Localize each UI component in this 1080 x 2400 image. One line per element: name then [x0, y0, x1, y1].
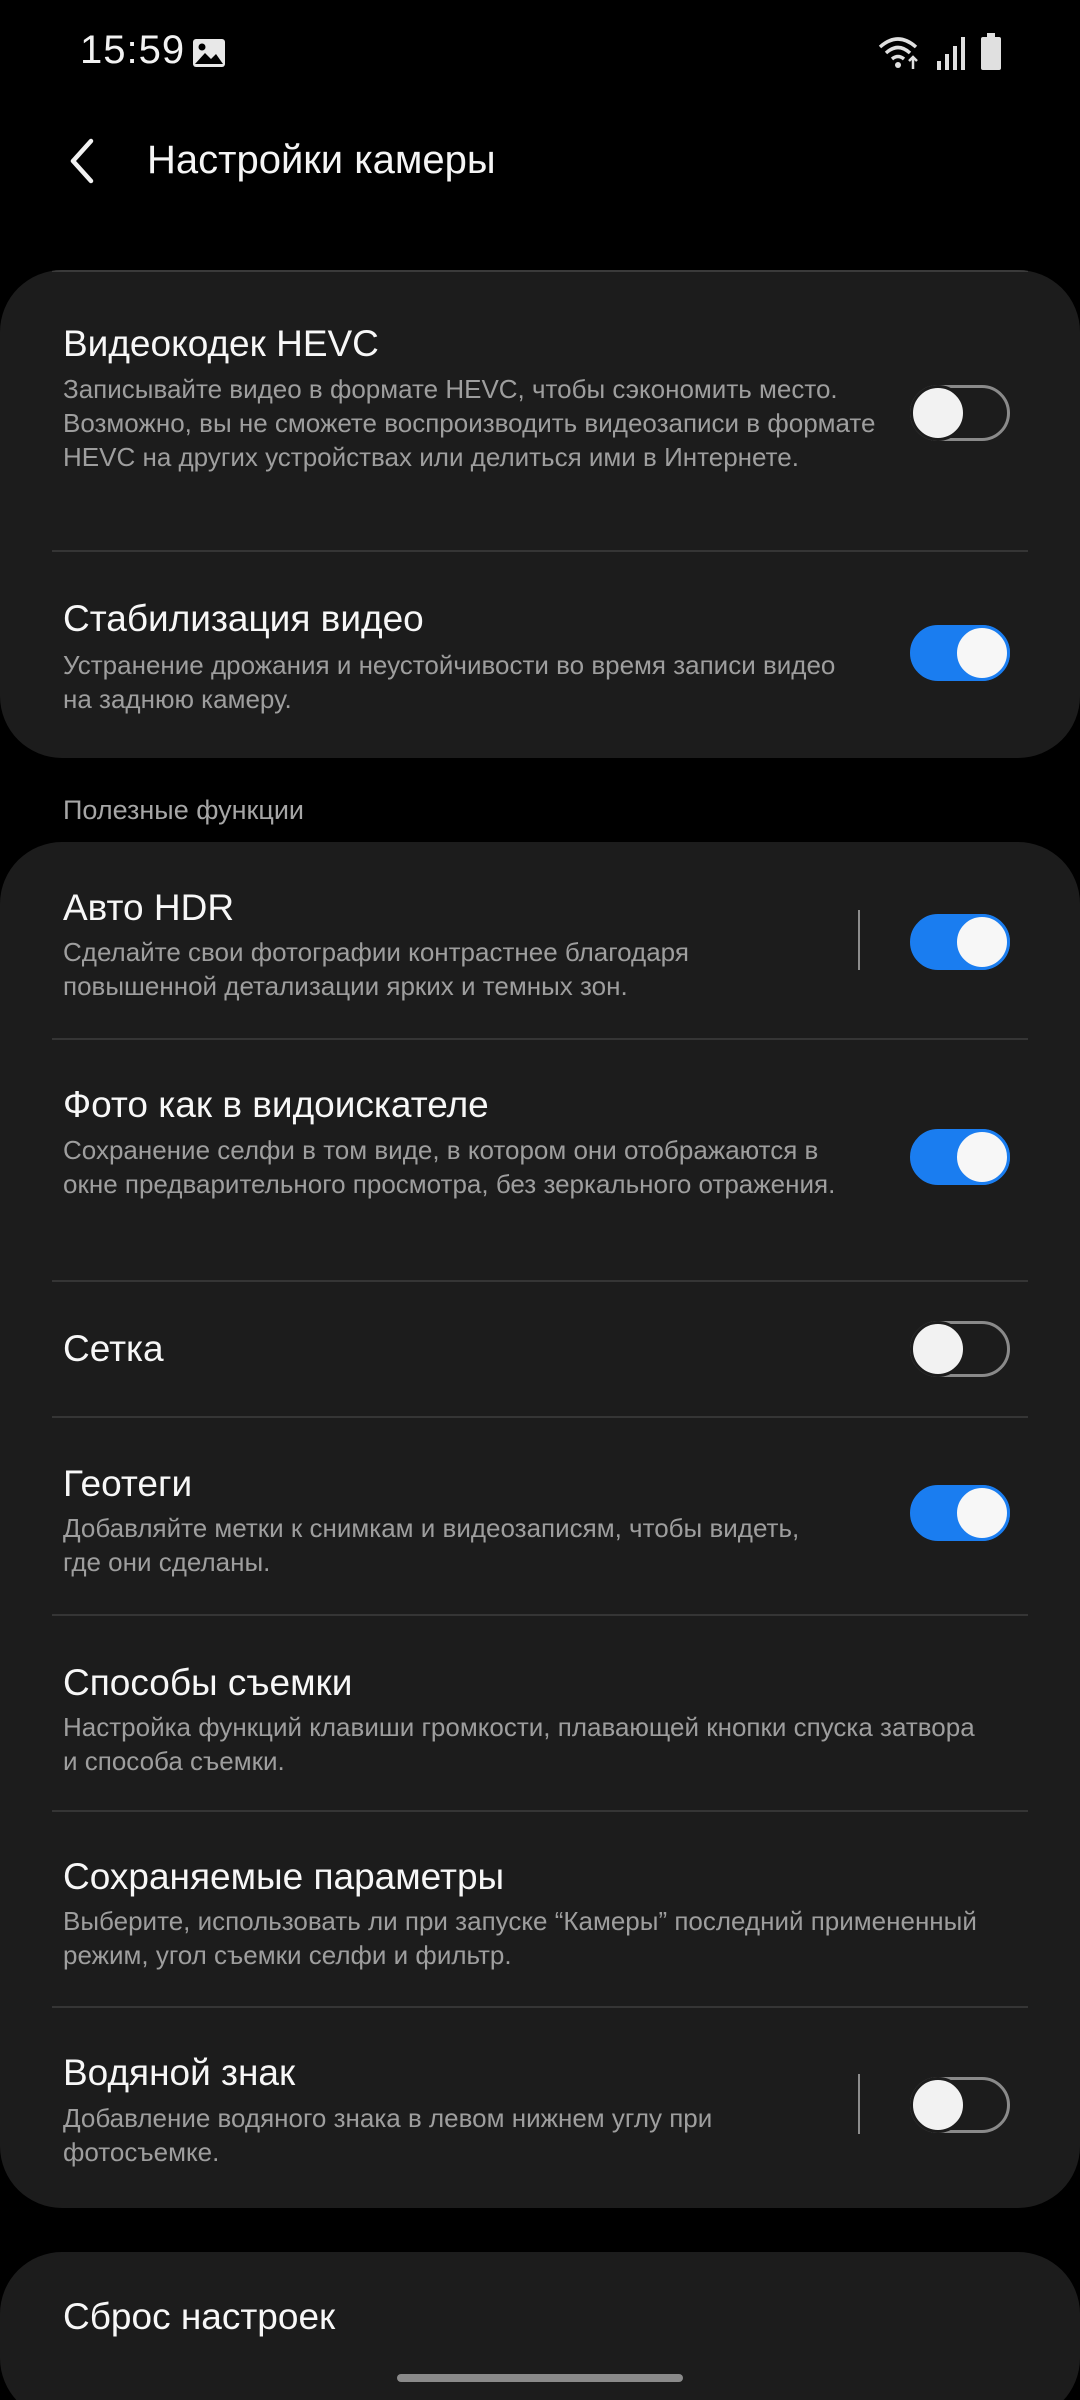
- page-title: Настройки камеры: [147, 138, 496, 182]
- back-button[interactable]: [48, 128, 118, 198]
- section-header: Полезные функции: [63, 795, 304, 825]
- status-time: 15:59: [80, 28, 186, 72]
- setting-row-grid[interactable]: Сетка: [0, 1282, 1080, 1416]
- wifi-icon: [878, 35, 922, 76]
- watermark-toggle[interactable]: [910, 2077, 1010, 2133]
- setting-row-saved-settings[interactable]: Сохраняемые параметры Выберите, использо…: [0, 1812, 1080, 2006]
- setting-title: Авто HDR: [63, 887, 235, 928]
- setting-title: Способы съемки: [63, 1662, 353, 1703]
- battery-icon: [980, 33, 1002, 76]
- setting-description: Выберите, использовать ли при запуске “К…: [63, 1906, 977, 1970]
- video-settings-card: Видеокодек HEVC Записывайте видео в форм…: [0, 270, 1080, 758]
- signal-icon: [936, 35, 966, 76]
- setting-title: Видеокодек HEVC: [63, 323, 379, 364]
- viewfinder-photo-toggle[interactable]: [910, 1129, 1010, 1185]
- setting-row-shooting-methods[interactable]: Способы съемки Настройка функций клавиши…: [0, 1616, 1080, 1810]
- setting-row-stabilization[interactable]: Стабилизация видео Устранение дрожания и…: [0, 552, 1080, 758]
- setting-title: Сетка: [63, 1328, 164, 1369]
- auto-hdr-toggle[interactable]: [910, 914, 1010, 970]
- setting-description: Добавляйте метки к снимкам и видеозапися…: [63, 1513, 800, 1577]
- setting-description: Настройка функций клавиши громкости, пла…: [63, 1712, 975, 1776]
- separator: [858, 910, 860, 970]
- chevron-left-icon: [63, 137, 103, 190]
- setting-title: Стабилизация видео: [63, 598, 424, 639]
- setting-title: Фото как в видоискателе: [63, 1084, 489, 1125]
- geotags-toggle[interactable]: [910, 1485, 1010, 1541]
- grid-toggle[interactable]: [910, 1321, 1010, 1377]
- setting-title: Сохраняемые параметры: [63, 1856, 505, 1897]
- gallery-icon: [192, 38, 226, 68]
- app-header: Настройки камеры: [0, 110, 1080, 220]
- status-bar: 15:59: [0, 0, 1080, 110]
- setting-row-auto-hdr[interactable]: Авто HDR Сделайте свои фотографии контра…: [0, 842, 1080, 1038]
- useful-features-card: Авто HDR Сделайте свои фотографии контра…: [0, 842, 1080, 2208]
- status-icons: [878, 32, 1002, 76]
- setting-description: Устранение дрожания и неустойчивости во …: [63, 650, 836, 714]
- setting-title: Геотеги: [63, 1463, 193, 1504]
- setting-description: Сделайте свои фотографии контрастнее бла…: [63, 937, 689, 1001]
- separator: [858, 2074, 860, 2134]
- gesture-handle[interactable]: [397, 2374, 683, 2382]
- setting-description: Записывайте видео в формате HEVC, чтобы …: [63, 374, 876, 472]
- setting-description: Добавление водяного знака в левом нижнем…: [63, 2103, 713, 2167]
- reset-settings-label: Сброс настроек: [63, 2296, 336, 2337]
- setting-row-hevc[interactable]: Видеокодек HEVC Записывайте видео в форм…: [0, 270, 1080, 550]
- hevc-toggle[interactable]: [910, 385, 1010, 441]
- setting-row-watermark[interactable]: Водяной знак Добавление водяного знака в…: [0, 2008, 1080, 2208]
- setting-description: Сохранение селфи в том виде, в котором о…: [63, 1135, 836, 1199]
- setting-row-geotags[interactable]: Геотеги Добавляйте метки к снимкам и вид…: [0, 1418, 1080, 1614]
- camera-settings-screen: 15:59 Настройки камеры Видеокодек HEVC З…: [0, 0, 1080, 2400]
- setting-title: Водяной знак: [63, 2052, 296, 2093]
- stabilization-toggle[interactable]: [910, 625, 1010, 681]
- setting-row-viewfinder-photo[interactable]: Фото как в видоискателе Сохранение селфи…: [0, 1040, 1080, 1280]
